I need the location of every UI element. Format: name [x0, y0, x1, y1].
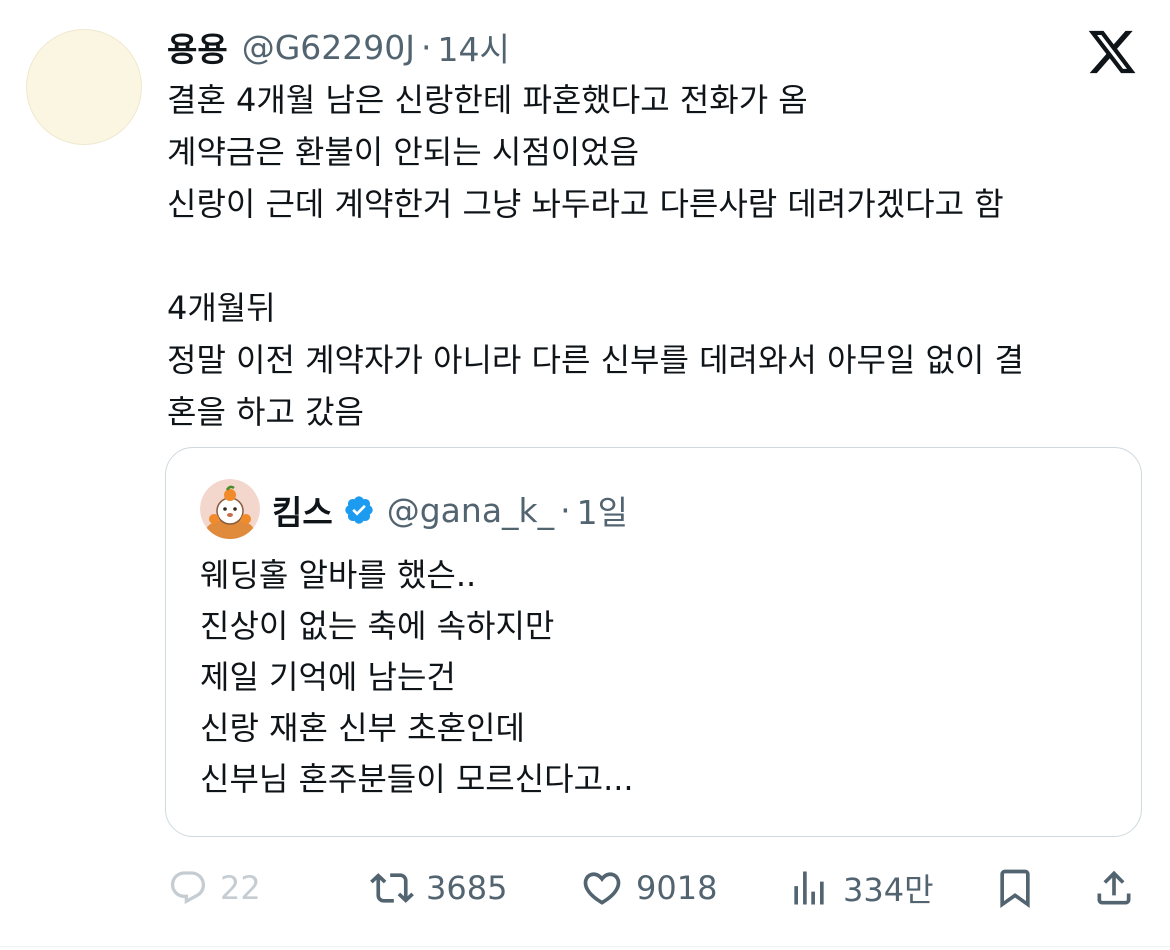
retweet-icon — [370, 873, 414, 903]
tweet-timestamp[interactable]: 14시 — [438, 23, 510, 71]
like-button[interactable]: 9018 — [580, 860, 717, 916]
quoted-tweet[interactable]: 킴스 @gana_k_ · 1일 웨딩홀 알바를 했슨.. 진상이 없는 축에 … — [165, 447, 1142, 837]
header-separator: · — [421, 27, 432, 67]
bottom-divider — [0, 946, 1170, 947]
quoted-author-name[interactable]: 킴스 — [272, 486, 333, 534]
quoted-tweet-text: 웨딩홀 알바를 했슨.. 진상이 없는 축에 속하지만 제일 기억에 남는건 신… — [200, 556, 634, 798]
share-button[interactable] — [1092, 860, 1136, 916]
views-icon — [794, 871, 824, 905]
quoted-author-handle[interactable]: @gana_k_ — [387, 491, 554, 530]
reply-button[interactable]: 22 — [168, 860, 261, 916]
reply-count: 22 — [220, 869, 261, 907]
like-count: 9018 — [636, 869, 718, 907]
heart-icon — [583, 872, 621, 905]
quoted-tweet-timestamp[interactable]: 1일 — [577, 486, 628, 534]
author-avatar[interactable] — [26, 29, 142, 145]
retweet-count: 3685 — [426, 869, 508, 907]
quoted-author-avatar[interactable] — [200, 479, 260, 539]
views-button[interactable]: 334만 — [787, 860, 934, 916]
tweet-text: 결혼 4개월 남은 신랑한테 파혼했다고 전화가 옴 계약금은 환불이 안되는 … — [167, 81, 1024, 431]
tweet-card: 용용 @G62290J · 14시 결혼 4개월 남은 신랑한테 파혼했다고 전… — [0, 0, 1170, 950]
quoted-tweet-header: 킴스 @gana_k_ · 1일 — [272, 486, 628, 534]
verified-badge-icon — [345, 496, 373, 524]
x-logo-icon[interactable] — [1084, 26, 1140, 78]
author-name[interactable]: 용용 — [167, 23, 228, 71]
quoted-header-separator: · — [560, 490, 571, 530]
share-icon — [1097, 870, 1131, 905]
author-handle[interactable]: @G62290J — [242, 28, 415, 67]
tweet-header: 용용 @G62290J · 14시 — [167, 24, 510, 70]
action-bar: 22 3685 9018 334만 — [0, 860, 1170, 916]
reply-icon — [170, 871, 206, 905]
retweet-button[interactable]: 3685 — [370, 860, 507, 916]
bookmark-icon — [1000, 869, 1030, 909]
bookmark-button[interactable] — [993, 860, 1037, 916]
view-count: 334만 — [843, 871, 934, 909]
